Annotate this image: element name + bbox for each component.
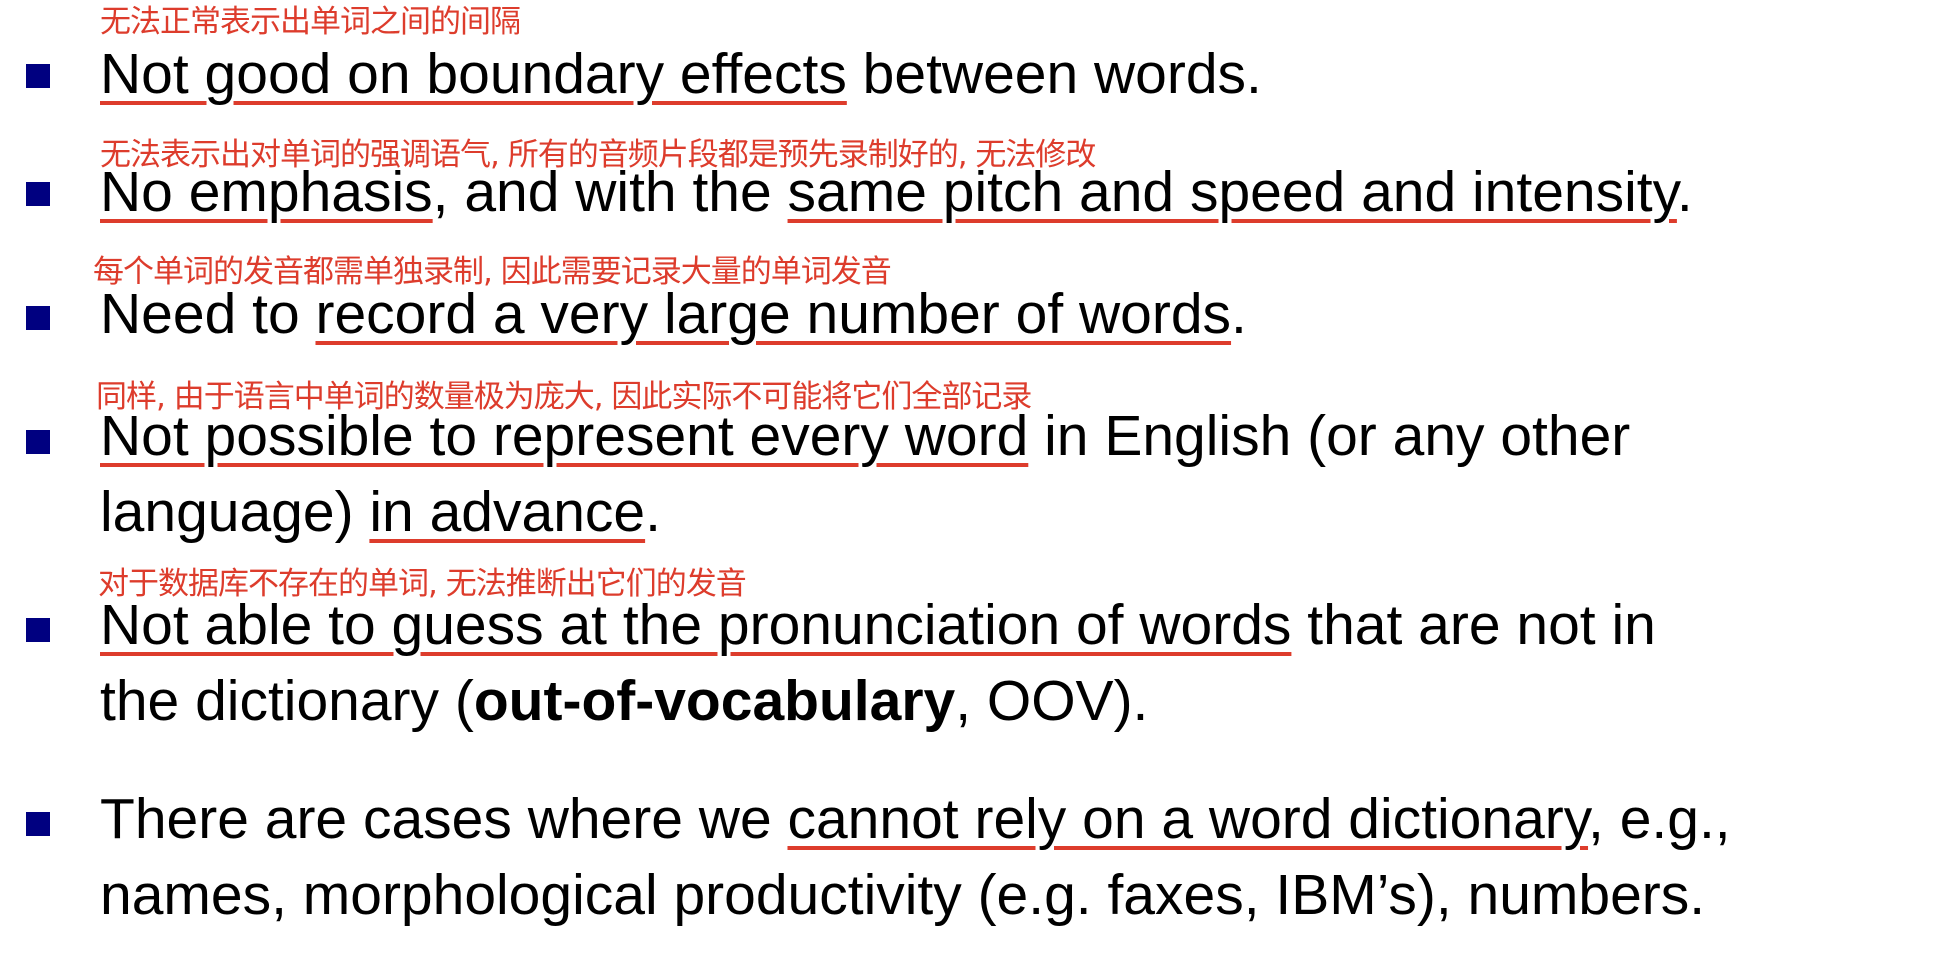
underlined-phrase: Not possible to represent every word: [100, 404, 1029, 468]
text-line: No emphasis, and with the same pitch and…: [100, 154, 1940, 230]
slide: 无法正常表示出单词之间的间隔 Not good on boundary effe…: [0, 0, 1950, 954]
bullet-text: Not able to guess at the pronunciation o…: [100, 587, 1940, 739]
bullet-text: Need to record a very large number of wo…: [100, 276, 1940, 352]
text-line: names, morphological productivity (e.g. …: [100, 857, 1940, 933]
bold-term: out-of-vocabulary: [473, 669, 956, 733]
annotation-note: 无法正常表示出单词之间的间隔: [100, 4, 521, 40]
bullet-text: Not good on boundary effects between wor…: [100, 36, 1940, 112]
text-segment: the dictionary (: [100, 669, 474, 733]
text-segment: .: [645, 480, 661, 544]
underlined-phrase: cannot rely on a word dictionary: [787, 787, 1589, 851]
text-line: language) in advance.: [100, 474, 1940, 550]
text-line: Not good on boundary effects between wor…: [100, 36, 1940, 112]
underlined-phrase: Not able to guess at the pronunciation o…: [100, 593, 1292, 657]
bullet-square-icon: [26, 306, 50, 330]
text-segment: There are cases where we: [100, 787, 788, 851]
underlined-phrase: record a very large number of words: [315, 282, 1232, 346]
bullet-square-icon: [26, 618, 50, 642]
text-line: the dictionary (out-of-vocabulary, OOV).: [100, 663, 1940, 739]
text-segment: , e.g.,: [1588, 787, 1731, 851]
bullet-square-icon: [26, 64, 50, 88]
underlined-phrase: same pitch and speed and intensity: [787, 160, 1677, 224]
text-line: There are cases where we cannot rely on …: [100, 781, 1940, 857]
underlined-phrase: No emphasis: [100, 160, 433, 224]
text-segment: language): [100, 480, 370, 544]
bullet-square-icon: [26, 182, 50, 206]
bullet-square-icon: [26, 812, 50, 836]
text-segment: .: [1231, 282, 1247, 346]
bullet-square-icon: [26, 430, 50, 454]
text-segment: in English (or any other: [1028, 404, 1631, 468]
text-segment: , OOV).: [955, 669, 1149, 733]
text-segment: .: [1676, 160, 1693, 224]
bullet-text: No emphasis, and with the same pitch and…: [100, 154, 1940, 230]
text-segment: that are not in: [1291, 593, 1656, 657]
text-segment: Need to: [100, 282, 316, 346]
text-line: Not possible to represent every word in …: [100, 398, 1940, 474]
bullet-text: There are cases where we cannot rely on …: [100, 781, 1940, 933]
bullet-text: Not possible to represent every word in …: [100, 398, 1940, 550]
text-segment: , and with the: [432, 160, 788, 224]
text-segment: between words.: [846, 42, 1262, 106]
text-line: Not able to guess at the pronunciation o…: [100, 587, 1940, 663]
underlined-phrase: Not good on boundary effects: [100, 42, 847, 106]
text-line: Need to record a very large number of wo…: [100, 276, 1940, 352]
text-segment: names, morphological productivity (e.g. …: [100, 863, 1706, 927]
underlined-phrase: in advance: [369, 480, 646, 544]
